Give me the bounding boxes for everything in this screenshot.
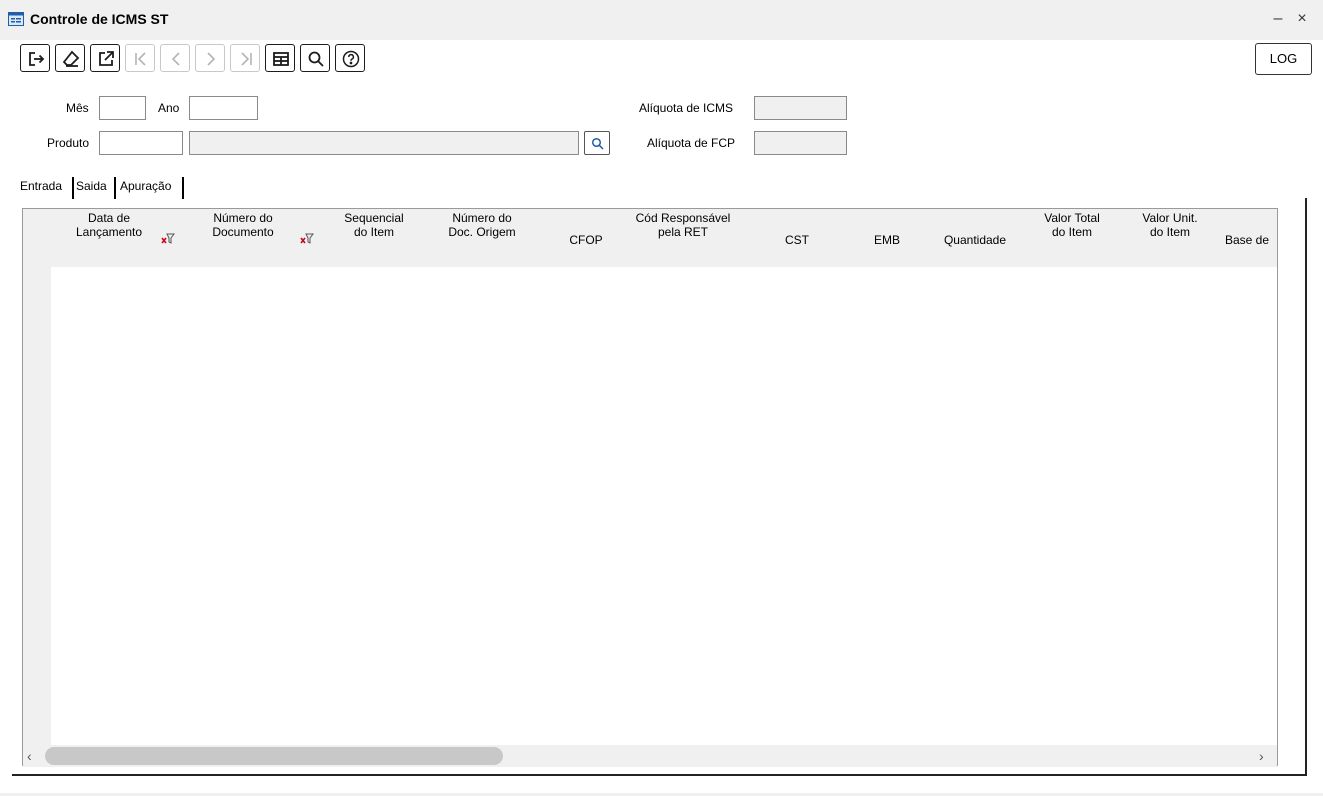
aliquota-fcp-label: Alíquota de FCP	[647, 136, 736, 150]
clear-button[interactable]	[55, 44, 85, 72]
tab-entrada[interactable]: Entrada	[20, 173, 62, 199]
grid-view-icon	[273, 52, 289, 66]
window-form-icon	[8, 12, 24, 26]
previous-record-icon	[171, 52, 180, 66]
horizontal-scrollbar[interactable]: ‹ ›	[23, 745, 1277, 767]
column-header-numero-documento[interactable]: Número do Documento	[207, 211, 279, 239]
column-header-numero-doc-origem[interactable]: Número do Doc. Origem	[439, 211, 525, 239]
mes-field[interactable]	[99, 96, 146, 120]
next-record-button[interactable]	[195, 44, 225, 72]
tab-separator	[182, 177, 184, 199]
produto-description-input	[190, 132, 578, 154]
next-record-icon	[207, 52, 216, 66]
first-record-button[interactable]	[125, 44, 155, 72]
exit-icon	[29, 52, 45, 66]
aliquota-icms-label: Alíquota de ICMS	[639, 101, 734, 115]
ano-field[interactable]	[189, 96, 258, 120]
help-button[interactable]	[335, 44, 365, 72]
title-bar: Controle de ICMS ST – ×	[0, 0, 1323, 40]
scroll-right-icon[interactable]: ›	[1259, 748, 1264, 764]
exit-button[interactable]	[20, 44, 50, 72]
log-button[interactable]: LOG	[1255, 43, 1312, 75]
minimize-button[interactable]: –	[1268, 8, 1288, 30]
clear-filter-icon[interactable]	[300, 233, 314, 245]
column-header-valor-unit-item[interactable]: Valor Unit. do Item	[1135, 211, 1205, 239]
scroll-left-icon[interactable]: ‹	[27, 748, 32, 764]
column-header-quantidade[interactable]: Quantidade	[937, 233, 1013, 247]
column-header-emb[interactable]: EMB	[865, 233, 909, 247]
aliquota-icms-input	[755, 97, 846, 119]
scrollbar-thumb[interactable]	[45, 747, 503, 765]
first-record-icon	[135, 52, 146, 66]
produto-search-button[interactable]	[584, 131, 610, 155]
clear-filter-icon[interactable]	[161, 233, 175, 245]
produto-label: Produto	[47, 136, 90, 150]
search-icon	[591, 137, 604, 150]
help-icon	[342, 50, 360, 68]
tab-saida[interactable]: Saida	[76, 173, 107, 199]
column-header-cst[interactable]: CST	[775, 233, 819, 247]
eraser-icon	[62, 50, 80, 67]
grid-view-button[interactable]	[265, 44, 295, 72]
grid-body[interactable]	[51, 267, 1277, 745]
produto-code-input[interactable]	[100, 132, 182, 154]
mes-input[interactable]	[100, 97, 145, 119]
aliquota-fcp-field	[754, 131, 847, 155]
ano-label: Ano	[158, 101, 180, 115]
last-record-icon	[241, 52, 252, 66]
column-header-cod-responsavel-ret[interactable]: Cód Responsável pela RET	[631, 211, 735, 239]
close-button[interactable]: ×	[1292, 8, 1312, 30]
export-icon	[99, 51, 114, 66]
tab-apuracao[interactable]: Apuração	[120, 173, 171, 199]
last-record-button[interactable]	[230, 44, 260, 72]
tab-separator	[72, 177, 74, 199]
window-title: Controle de ICMS ST	[30, 11, 169, 27]
export-button[interactable]	[90, 44, 120, 72]
produto-code-field[interactable]	[99, 131, 183, 155]
aliquota-fcp-input	[755, 132, 846, 154]
mes-label: Mês	[66, 101, 89, 115]
search-icon	[308, 51, 324, 67]
column-header-sequencial-item[interactable]: Sequencial do Item	[336, 211, 412, 239]
previous-record-button[interactable]	[160, 44, 190, 72]
ano-input[interactable]	[190, 97, 257, 119]
tab-separator	[114, 177, 116, 199]
column-header-base-de[interactable]: Base de	[1225, 233, 1277, 247]
produto-description-field	[189, 131, 579, 155]
column-header-data-lancamento[interactable]: Data de Lançamento	[73, 211, 145, 239]
search-button[interactable]	[300, 44, 330, 72]
grid-header: Data de Lançamento Número do Documento S…	[23, 209, 1277, 267]
column-header-cfop[interactable]: CFOP	[561, 233, 611, 247]
aliquota-icms-field	[754, 96, 847, 120]
column-header-valor-total-item[interactable]: Valor Total do Item	[1035, 211, 1109, 239]
data-grid: Data de Lançamento Número do Documento S…	[22, 208, 1278, 767]
